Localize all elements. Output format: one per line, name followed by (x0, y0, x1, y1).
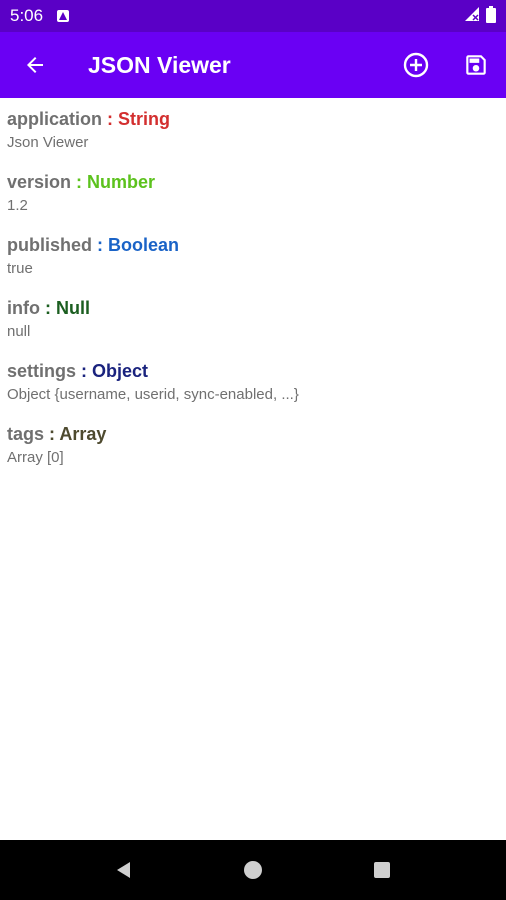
app-bar: JSON Viewer (0, 32, 506, 98)
node-type: : Null (40, 298, 90, 318)
node-key: info (7, 298, 40, 318)
add-circle-icon (403, 52, 429, 78)
nav-back-button[interactable] (94, 840, 154, 900)
node-type: : Number (71, 172, 156, 192)
json-node-tags[interactable]: tags : Array Array [0] (0, 413, 506, 476)
app-bar-actions (386, 32, 506, 98)
node-value: Array [0] (7, 449, 64, 466)
json-node-published[interactable]: published : Boolean true (0, 224, 506, 287)
add-button[interactable] (386, 32, 446, 98)
page-title: JSON Viewer (88, 51, 231, 78)
node-key: published (7, 235, 92, 255)
node-type: : Object (76, 361, 149, 381)
nav-recents-button[interactable] (352, 840, 412, 900)
node-value: Object {username, userid, sync-enabled, … (7, 386, 299, 403)
node-title: published : Boolean (7, 234, 499, 256)
recents-square-icon (373, 862, 390, 878)
back-arrow-icon (27, 57, 43, 73)
signal-icon (464, 6, 480, 26)
node-value: Json Viewer (7, 134, 89, 151)
node-key: tags (7, 424, 45, 444)
status-time: 5:06 (10, 6, 44, 25)
json-node-settings[interactable]: settings : Object Object {username, user… (0, 350, 506, 413)
node-key: version (7, 172, 72, 192)
status-icons (464, 5, 496, 27)
node-value: true (7, 260, 33, 277)
save-icon (466, 55, 486, 75)
notification-icon (57, 10, 70, 22)
json-node-version[interactable]: version : Number 1.2 (0, 161, 506, 224)
battery-icon (486, 5, 496, 27)
system-nav-bar (0, 840, 506, 900)
node-type: : Boolean (92, 235, 180, 255)
status-bar: 5:06 (0, 0, 506, 32)
phone-screen: 5:06 JSON Viewer application: String Js… (0, 0, 506, 900)
node-title: application : String (7, 108, 499, 130)
save-button[interactable] (446, 32, 506, 98)
json-node-application[interactable]: application : String Json Viewer (0, 98, 506, 161)
back-button[interactable] (0, 32, 70, 98)
node-type: : String (102, 109, 171, 129)
node-value: 1.2 (7, 197, 28, 214)
node-title: settings : Object (7, 360, 499, 382)
back-triangle-icon (117, 862, 131, 878)
home-circle-icon (243, 861, 262, 879)
nav-home-button[interactable] (223, 840, 283, 900)
node-title: tags : Array (7, 423, 499, 445)
json-node-list: application : String Json Viewer version… (0, 98, 506, 476)
node-title: version : Number (7, 171, 499, 193)
node-value: null (7, 323, 31, 340)
node-key: application (7, 109, 103, 129)
node-key: settings (7, 361, 77, 381)
node-type: : Array (44, 424, 107, 444)
json-node-info[interactable]: info : Null null (0, 287, 506, 350)
node-title: info : Null (7, 297, 499, 319)
